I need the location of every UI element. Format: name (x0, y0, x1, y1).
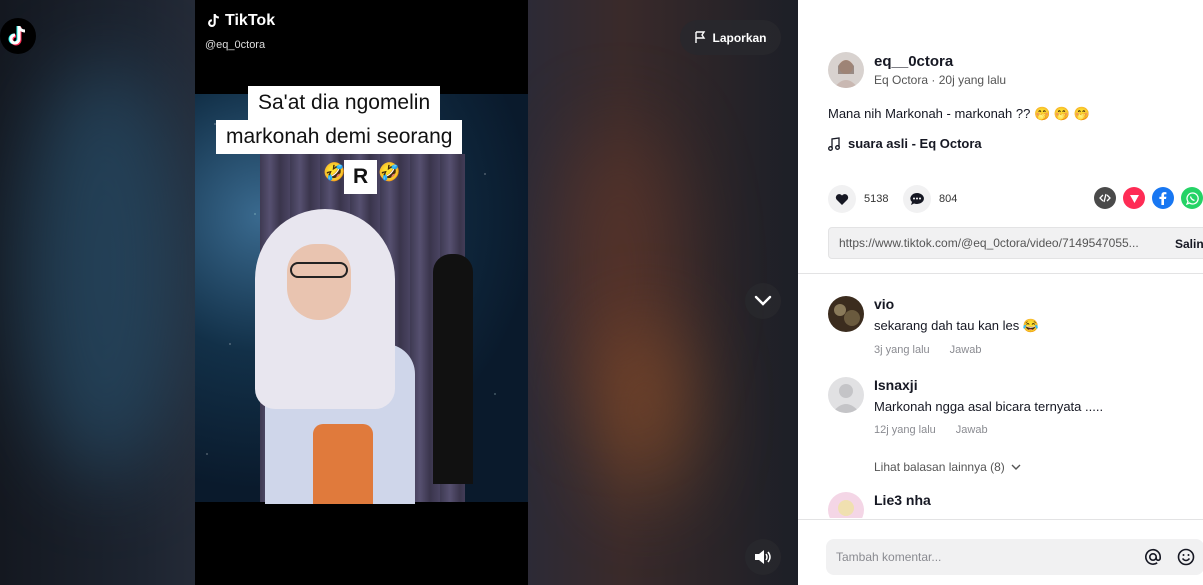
like-stat[interactable]: 5138 (828, 185, 888, 213)
commenter-avatar[interactable] (828, 296, 864, 332)
video-watermark-handle: @eq_0ctora (205, 39, 266, 51)
facebook-icon[interactable] (1152, 187, 1174, 209)
send-icon[interactable] (1123, 187, 1145, 209)
author-username[interactable]: eq__0ctora (874, 53, 1006, 70)
music-link[interactable]: suara asli - Eq Octora (828, 136, 982, 151)
comment-item: Isnaxji Markonah ngga asal bicara ternya… (828, 377, 1103, 436)
video-watermark-brand: TikTok (207, 12, 275, 30)
commenter-avatar[interactable] (828, 492, 864, 518)
comment-meta: 3j yang lalu Jawab (874, 344, 1039, 356)
commenter-avatar[interactable] (828, 377, 864, 413)
embed-icon[interactable] (1094, 187, 1116, 209)
author-display-name[interactable]: Eq Octora (874, 73, 928, 87)
video-caption-line-2: markonah demi seorang (216, 120, 463, 154)
music-note-icon (828, 136, 840, 151)
video-link-url[interactable]: https://www.tiktok.com/@eq_0ctora/video/… (839, 236, 1139, 250)
heart-icon[interactable] (828, 185, 856, 213)
comment-time: 12j yang lalu (874, 424, 936, 436)
volume-button[interactable] (745, 539, 781, 575)
like-count: 5138 (864, 193, 889, 205)
reply-button[interactable]: Jawab (950, 344, 982, 356)
comment-bubble-icon[interactable] (903, 185, 931, 213)
video-content (195, 94, 528, 504)
author-meta: Eq Octora · 20j yang lalu (874, 73, 1007, 87)
commenter-name[interactable]: Lie3 nha (874, 492, 931, 508)
description-emoji: 🤭 🤭 🤭 (1033, 106, 1090, 121)
emoji-icon[interactable] (1175, 546, 1197, 568)
comment-list[interactable]: vio sekarang dah tau kan les 😂 3j yang l… (798, 274, 1203, 518)
commenter-name[interactable]: Isnaxji (874, 377, 1103, 393)
comment-stat[interactable]: 804 (903, 185, 957, 213)
author-avatar[interactable] (828, 52, 864, 88)
chevron-down-icon (1011, 464, 1021, 470)
comment-count: 804 (939, 193, 958, 205)
commenter-name[interactable]: vio (874, 296, 1039, 312)
reply-button[interactable]: Jawab (956, 424, 988, 436)
chevron-down-icon (754, 295, 772, 306)
comment-text: Markonah ngga asal bicara ternyata ..... (874, 399, 1104, 414)
comment-meta: 12j yang lalu Jawab (874, 424, 1103, 436)
flag-icon (695, 31, 706, 43)
comment-item: Lie3 nha (828, 492, 931, 518)
comment-emoji: 😂 (1022, 318, 1040, 333)
comment-item: vio sekarang dah tau kan les 😂 3j yang l… (828, 296, 1039, 356)
comment-time: 3j yang lalu (874, 344, 930, 356)
mention-icon[interactable] (1142, 546, 1164, 568)
report-button[interactable]: Laporkan (680, 20, 781, 55)
author-info[interactable]: eq__0ctora Eq Octora · 20j yang lalu (828, 52, 1006, 88)
volume-icon (755, 550, 771, 564)
caption-emoji-right: 🤣 (378, 162, 401, 182)
comment-text: sekarang dah tau kan les 😂 (874, 318, 1040, 333)
video-caption-line-1: Sa'at dia ngomelin (248, 86, 441, 120)
post-description: Mana nih Markonah - markonah ?? 🤭 🤭 🤭 (828, 106, 1090, 121)
details-panel: eq__0ctora Eq Octora · 20j yang lalu Man… (798, 0, 1203, 585)
video-caption-line-3: R (344, 160, 378, 194)
video-pane: TikTok @eq_0ctora Sa'at dia ngomelin mar… (0, 0, 798, 585)
view-more-replies[interactable]: Lihat balasan lainnya (8) (874, 460, 1021, 474)
post-time: 20j yang lalu (938, 73, 1007, 87)
tiktok-logo-icon[interactable] (0, 18, 36, 54)
copy-link-button[interactable]: Salin (1175, 237, 1203, 251)
whatsapp-icon[interactable] (1181, 187, 1203, 209)
next-video-button[interactable] (745, 283, 781, 319)
comment-input-bar (798, 519, 1203, 585)
video-link-box[interactable]: https://www.tiktok.com/@eq_0ctora/video/… (828, 227, 1203, 259)
caption-emoji-left: 🤣 (323, 162, 346, 182)
tiktok-note-icon (208, 13, 219, 27)
